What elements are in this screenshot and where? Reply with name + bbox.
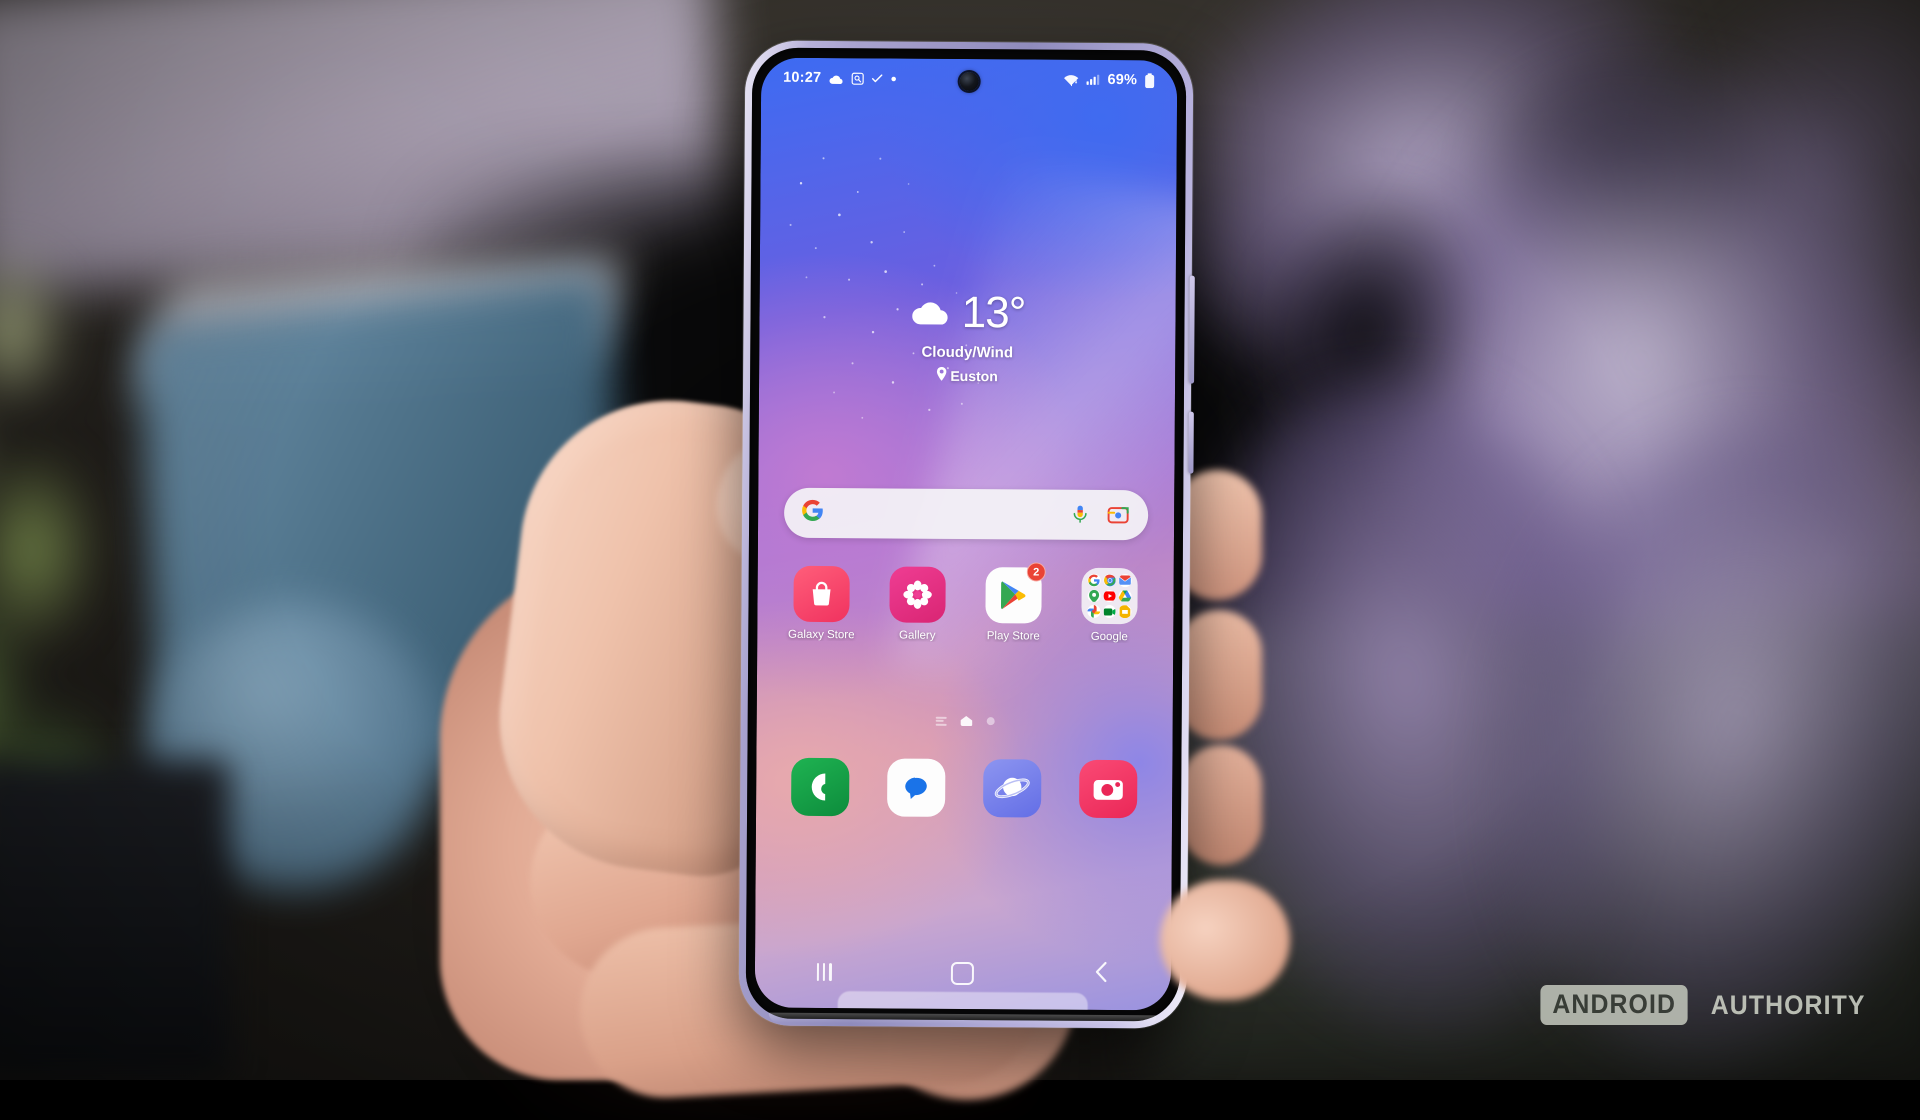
dock-app-phone[interactable] [776, 757, 864, 817]
gallery-icon [889, 566, 946, 623]
phone-icon [791, 757, 850, 817]
chrome-icon [1103, 573, 1117, 587]
google-folder-icon [1081, 567, 1138, 625]
watermark-brand-box: ANDROID [1540, 985, 1689, 1025]
app-gallery[interactable]: Gallery [873, 566, 962, 642]
slides-icon [1118, 605, 1132, 619]
page-indicator[interactable] [757, 715, 1173, 728]
app-label: Play Store [986, 630, 1040, 643]
dot-icon [890, 75, 897, 82]
app-label: Google [1090, 630, 1128, 644]
navigation-bar[interactable] [755, 950, 1171, 997]
signal-icon [1086, 74, 1101, 86]
status-bar[interactable]: 10:27 69% [761, 58, 1177, 101]
google-search-bar[interactable] [783, 487, 1149, 541]
weather-location-row: Euston [759, 366, 1175, 386]
wifi-icon [1064, 73, 1080, 86]
app-label: Gallery [899, 629, 936, 642]
status-bar-right: 69% [1063, 72, 1155, 89]
fingertip [1180, 745, 1262, 865]
app-google-folder[interactable]: Google [1065, 567, 1154, 644]
screen-recorder-icon [851, 72, 864, 85]
drive-icon [1118, 589, 1132, 603]
fingertip [1160, 880, 1290, 1000]
cloud-icon [910, 295, 952, 330]
maps-icon [1087, 589, 1101, 603]
recents-icon [816, 962, 832, 982]
weather-widget[interactable]: 13° Cloudy/Wind Euston [759, 287, 1176, 386]
battery-icon [1144, 72, 1155, 88]
back-chevron-icon [1094, 960, 1109, 987]
camera-icon [1079, 759, 1138, 819]
weather-temperature: 13° [961, 287, 1026, 338]
microphone-icon[interactable] [1067, 502, 1093, 528]
bottom-frame-reflection [768, 1012, 1157, 1026]
recents-button[interactable] [789, 957, 859, 987]
search-input[interactable] [824, 504, 1056, 524]
dock-app-camera[interactable] [1064, 759, 1152, 819]
dock-app-samsung-internet[interactable] [968, 759, 1056, 818]
google-icon [1087, 573, 1101, 587]
app-play-store[interactable]: 2 Play Store [969, 562, 1058, 643]
cloud-icon [828, 72, 844, 85]
page-dot-secondary[interactable] [986, 717, 995, 726]
battery-percent-label: 69% [1107, 71, 1138, 89]
phone-screen[interactable]: 10:27 69% 13° Cloudy/Wind Euston Galaxy … [754, 57, 1178, 1011]
google-g-icon [801, 499, 824, 527]
checkmark-icon [871, 72, 883, 84]
app-label: Galaxy Store [788, 628, 855, 642]
phone-bezel: 10:27 69% 13° Cloudy/Wind Euston Galaxy … [745, 47, 1187, 1022]
back-button[interactable] [1066, 959, 1136, 989]
app-galaxy-store[interactable]: Galaxy Store [777, 565, 866, 642]
weather-condition: Cloudy/Wind [921, 343, 1014, 362]
google-lens-icon[interactable] [1105, 502, 1131, 528]
home-icon [951, 961, 975, 985]
meet-icon [1103, 605, 1116, 619]
galaxy-store-icon [793, 565, 850, 623]
gmail-icon [1118, 574, 1132, 587]
weather-location-label: Euston [950, 367, 998, 384]
status-bar-time: 10:27 [783, 69, 822, 86]
page-dot-home[interactable] [960, 716, 972, 726]
status-bar-left: 10:27 [783, 70, 897, 87]
youtube-icon [1103, 589, 1116, 603]
photos-icon [1087, 605, 1101, 618]
watermark-brand-text: AUTHORITY [1710, 989, 1866, 1020]
home-button[interactable] [928, 958, 998, 988]
app-dock [772, 757, 1156, 819]
volume-rocker[interactable] [1189, 275, 1195, 384]
home-app-row: Galaxy Store Gallery 2 Play Store Google [773, 562, 1158, 644]
gesture-handle[interactable] [837, 991, 1088, 1011]
weather-main-row: 13° [759, 287, 1175, 338]
dock-app-messages[interactable] [872, 758, 960, 817]
messages-icon [887, 758, 946, 817]
power-button[interactable] [1188, 411, 1194, 474]
location-pin-icon [936, 366, 947, 384]
smartphone: 10:27 69% 13° Cloudy/Wind Euston Galaxy … [738, 40, 1195, 1029]
notification-badge: 2 [1026, 562, 1046, 582]
page-dot-samsung-free[interactable] [935, 716, 947, 726]
watermark: ANDROID AUTHORITY [1534, 985, 1872, 1025]
samsung-internet-icon [983, 759, 1042, 818]
front-camera-punch-hole [959, 71, 979, 92]
